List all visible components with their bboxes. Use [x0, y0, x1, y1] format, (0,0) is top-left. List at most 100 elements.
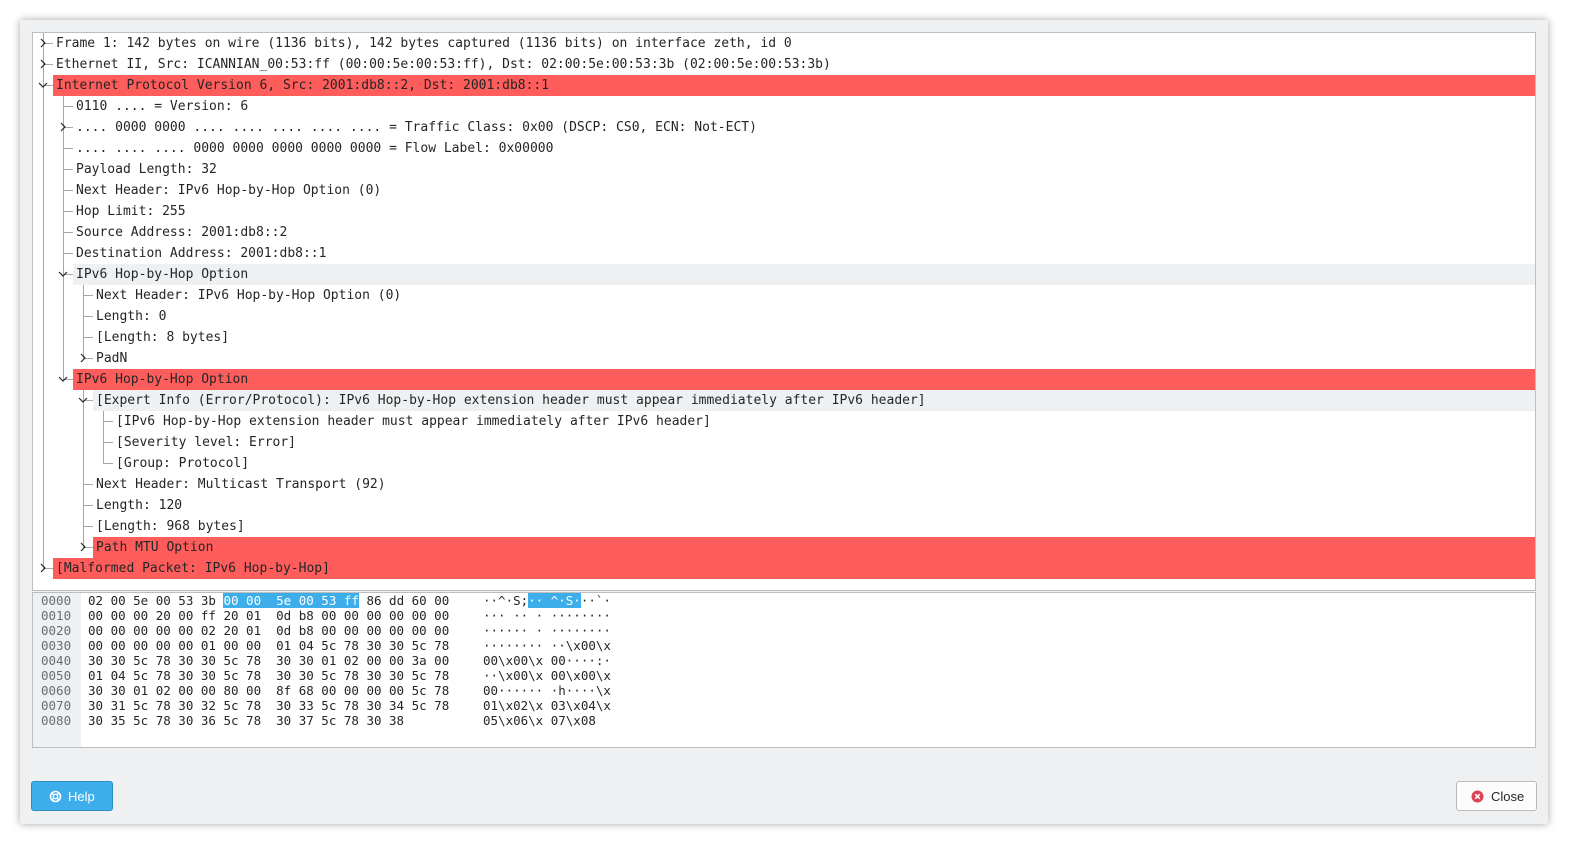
tree-row-label: Payload Length: 32: [76, 162, 217, 177]
hex-bytes-segment: 30 30 5c 78 30 30 5c 78 30 30 01 02 00 0…: [88, 653, 450, 668]
hex-ascii: 05\x06\x 07\x08: [483, 713, 596, 728]
tree-row-label: .... 0000 0000 .... .... .... .... .... …: [76, 120, 757, 135]
close-button[interactable]: Close: [1456, 781, 1537, 811]
tree-row-label: Length: 120: [96, 498, 183, 513]
help-button-label: Help: [68, 789, 95, 804]
tree-row-label: Source Address: 2001:db8::2: [76, 225, 288, 240]
hex-bytes-highlighted: 00 00 5e 00 53 ff: [223, 593, 359, 608]
tree-row-label: [Group: Protocol]: [116, 456, 250, 471]
packet-details-tree[interactable]: Frame 1: 142 bytes on wire (1136 bits), …: [32, 32, 1536, 591]
hex-bytes: 30 35 5c 78 30 36 5c 78 30 37 5c 78 30 3…: [88, 713, 404, 728]
tree-row-label: Next Header: Multicast Transport (92): [96, 477, 386, 492]
tree-row-label: [Malformed Packet: IPv6 Hop-by-Hop]: [56, 561, 330, 576]
tree-row[interactable]: Hop Limit: 255: [33, 201, 1535, 222]
tree-row[interactable]: [IPv6 Hop-by-Hop extension header must a…: [33, 411, 1535, 432]
tree-connector: [63, 106, 73, 107]
expand-down-arrow-icon[interactable]: [57, 373, 69, 385]
tree-row[interactable]: Ethernet II, Src: ICANNIAN_00:53:ff (00:…: [33, 54, 1535, 75]
hex-ascii: ······ · ········: [483, 623, 611, 638]
tree-row[interactable]: [Length: 968 bytes]: [33, 516, 1535, 537]
collapse-right-arrow-icon[interactable]: [37, 37, 49, 49]
tree-row[interactable]: [Malformed Packet: IPv6 Hop-by-Hop]: [33, 558, 1535, 579]
tree-row[interactable]: Internet Protocol Version 6, Src: 2001:d…: [33, 75, 1535, 96]
hex-offset: 0050: [41, 668, 72, 683]
tree-row[interactable]: IPv6 Hop-by-Hop Option: [33, 369, 1535, 390]
hex-bytes: 02 00 5e 00 53 3b 00 00 5e 00 53 ff 86 d…: [88, 593, 449, 608]
close-button-label: Close: [1491, 789, 1525, 804]
expand-down-arrow-icon[interactable]: [37, 79, 49, 91]
tree-connector: [63, 232, 73, 233]
help-button[interactable]: Help: [31, 781, 113, 811]
tree-row-highlight: [73, 159, 1535, 180]
hex-bytes: 30 30 5c 78 30 30 5c 78 30 30 01 02 00 0…: [88, 653, 449, 668]
tree-row-label: IPv6 Hop-by-Hop Option: [76, 372, 249, 387]
tree-row-highlight: [73, 222, 1535, 243]
hex-ascii-segment: ··`·: [580, 593, 611, 608]
hex-bytes: 30 30 01 02 00 00 80 00 8f 68 00 00 00 0…: [88, 683, 449, 698]
tree-row-highlight: [93, 537, 1535, 558]
hex-bytes-segment: 02 00 5e 00 53 3b: [88, 593, 224, 608]
hex-offset: 0080: [41, 713, 72, 728]
tree-row[interactable]: Length: 0: [33, 306, 1535, 327]
tree-row[interactable]: .... 0000 0000 .... .... .... .... .... …: [33, 117, 1535, 138]
packet-bytes-pane[interactable]: 0000 02 00 5e 00 53 3b 00 00 5e 00 53 ff …: [32, 592, 1536, 748]
hex-offset: 0010: [41, 608, 72, 623]
tree-connector: [83, 526, 93, 527]
tree-row-highlight: [73, 96, 1535, 117]
collapse-right-arrow-icon[interactable]: [77, 352, 89, 364]
tree-row-label: Frame 1: 142 bytes on wire (1136 bits), …: [56, 36, 792, 51]
tree-row[interactable]: PadN: [33, 348, 1535, 369]
tree-row[interactable]: [Expert Info (Error/Protocol): IPv6 Hop-…: [33, 390, 1535, 411]
tree-row-highlight: [73, 369, 1535, 390]
tree-connector: [83, 337, 93, 338]
tree-connector: [83, 316, 93, 317]
tree-row[interactable]: [Group: Protocol]: [33, 453, 1535, 474]
collapse-right-arrow-icon[interactable]: [57, 121, 69, 133]
tree-row[interactable]: Length: 120: [33, 495, 1535, 516]
expand-down-arrow-icon[interactable]: [77, 394, 89, 406]
tree-row-label: Length: 0: [96, 309, 167, 324]
collapse-right-arrow-icon[interactable]: [37, 562, 49, 574]
tree-row[interactable]: [Severity level: Error]: [33, 432, 1535, 453]
tree-row[interactable]: Payload Length: 32: [33, 159, 1535, 180]
hex-ascii: ··\x00\x 00\x00\x: [483, 668, 611, 683]
tree-row[interactable]: Next Header: IPv6 Hop-by-Hop Option (0): [33, 285, 1535, 306]
tree-row[interactable]: Source Address: 2001:db8::2: [33, 222, 1535, 243]
hex-offset: 0060: [41, 683, 72, 698]
tree-row-highlight: [93, 306, 1535, 327]
hex-ascii: ··^·S;·· ^·S···`·: [483, 593, 611, 608]
tree-row-highlight: [93, 327, 1535, 348]
tree-row-label: [Length: 968 bytes]: [96, 519, 245, 534]
hex-bytes: 01 04 5c 78 30 30 5c 78 30 30 5c 78 30 3…: [88, 668, 449, 683]
hex-ascii-segment: ··\x00\x 00\x00\x: [483, 668, 611, 683]
tree-connector: [83, 505, 93, 506]
hex-bytes-segment: 30 35 5c 78 30 36 5c 78 30 37 5c 78 30 3…: [88, 713, 405, 728]
hex-ascii-segment: ········ ··\x00\x: [483, 638, 611, 653]
tree-row[interactable]: [Length: 8 bytes]: [33, 327, 1535, 348]
tree-row[interactable]: .... .... .... 0000 0000 0000 0000 0000 …: [33, 138, 1535, 159]
tree-row-label: PadN: [96, 351, 128, 366]
tree-row-label: [Expert Info (Error/Protocol): IPv6 Hop-…: [96, 393, 926, 408]
hex-bytes-segment: 00 00 00 20 00 ff 20 01 0d b8 00 00 00 0…: [88, 608, 450, 623]
tree-row-label: 0110 .... = Version: 6: [76, 99, 249, 114]
tree-row-highlight: [73, 201, 1535, 222]
tree-row[interactable]: Next Header: IPv6 Hop-by-Hop Option (0): [33, 180, 1535, 201]
hex-bytes-segment: 30 31 5c 78 30 32 5c 78 30 33 5c 78 30 3…: [88, 698, 450, 713]
collapse-right-arrow-icon[interactable]: [37, 58, 49, 70]
tree-row-highlight: [93, 516, 1535, 537]
collapse-right-arrow-icon[interactable]: [77, 541, 89, 553]
help-lifebuoy-icon: [49, 790, 62, 803]
hex-ascii-segment: 00\x00\x 00····:·: [483, 653, 611, 668]
expand-down-arrow-icon[interactable]: [57, 268, 69, 280]
hex-ascii-highlighted: ·· ^·S·: [528, 593, 581, 608]
tree-row[interactable]: IPv6 Hop-by-Hop Option: [33, 264, 1535, 285]
tree-row[interactable]: Frame 1: 142 bytes on wire (1136 bits), …: [33, 33, 1535, 54]
tree-row[interactable]: Next Header: Multicast Transport (92): [33, 474, 1535, 495]
hex-offset: 0020: [41, 623, 72, 638]
tree-row[interactable]: 0110 .... = Version: 6: [33, 96, 1535, 117]
tree-row-highlight: [93, 495, 1535, 516]
tree-row[interactable]: Destination Address: 2001:db8::1: [33, 243, 1535, 264]
tree-row-label: Next Header: IPv6 Hop-by-Hop Option (0): [76, 183, 382, 198]
tree-row[interactable]: Path MTU Option: [33, 537, 1535, 558]
hex-ascii-segment: ··· ·· · ········: [483, 608, 611, 623]
